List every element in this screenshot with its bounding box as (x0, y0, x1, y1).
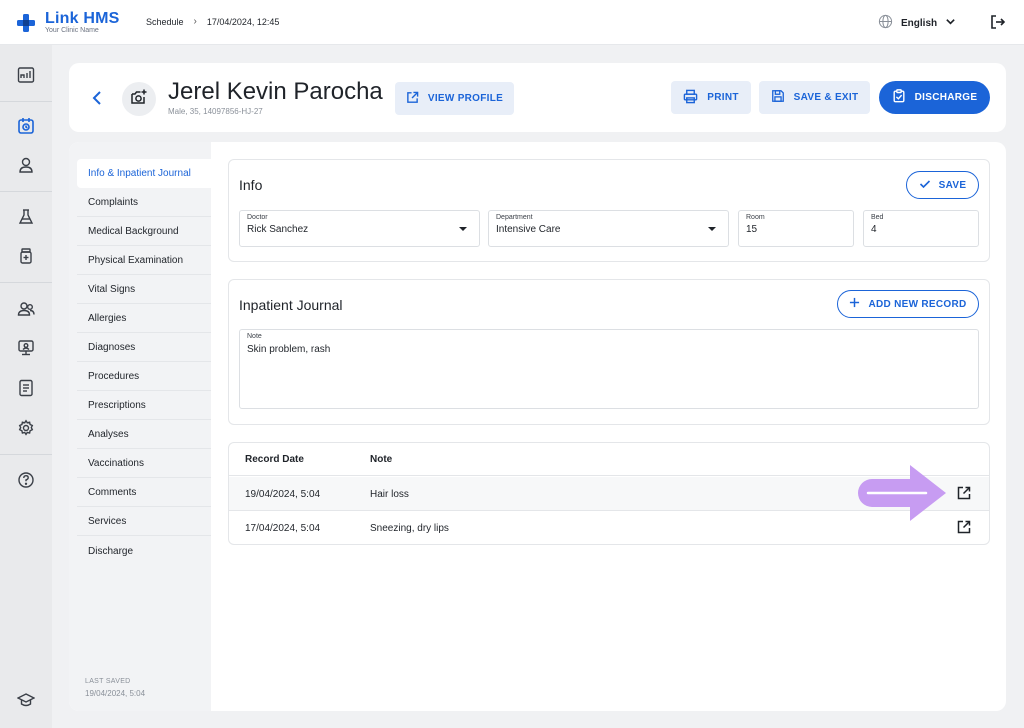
nav-item-physical-examination[interactable]: Physical Examination (77, 246, 211, 275)
plus-icon (849, 297, 860, 311)
lab-flask-icon[interactable] (16, 207, 36, 227)
bed-field[interactable]: Bed 4 (863, 210, 979, 247)
column-record-date: Record Date (245, 454, 304, 465)
info-save-button[interactable]: SAVE (906, 171, 979, 199)
row-date: 19/04/2024, 5:04 (245, 489, 321, 500)
app-logo[interactable]: Link HMS Your Clinic Name (16, 10, 120, 35)
save-exit-label: SAVE & EXIT (793, 92, 859, 103)
department-value: Intensive Care (496, 224, 561, 235)
dashboard-icon[interactable] (16, 65, 36, 85)
room-label: Room (746, 214, 765, 221)
chevron-down-icon (945, 16, 956, 30)
back-arrow-icon[interactable] (89, 89, 107, 107)
doctor-value: Rick Sanchez (247, 224, 309, 235)
note-value: Skin problem, rash (247, 344, 331, 355)
check-icon (919, 178, 931, 193)
hint-arrow (850, 462, 950, 524)
nav-item-vaccinations[interactable]: Vaccinations (77, 449, 211, 478)
nav-item-complaints[interactable]: Complaints (77, 188, 211, 217)
patient-meta: Male, 35, 14097856-HJ-27 (168, 107, 263, 116)
logout-icon[interactable] (990, 14, 1006, 35)
bed-value: 4 (871, 224, 877, 235)
note-label: Note (247, 333, 262, 340)
open-external-icon (406, 91, 419, 107)
save-exit-button[interactable]: SAVE & EXIT (759, 81, 870, 114)
room-value: 15 (746, 224, 758, 235)
logo-icon (16, 13, 36, 33)
monitor-icon[interactable] (16, 338, 36, 358)
view-profile-button[interactable]: VIEW PROFILE (395, 82, 514, 115)
row-date: 17/04/2024, 5:04 (245, 523, 321, 534)
avatar[interactable] (122, 82, 156, 116)
bed-label: Bed (871, 214, 884, 221)
info-save-label: SAVE (938, 179, 967, 191)
language-selector[interactable]: English (878, 14, 956, 32)
info-title: Info (239, 177, 263, 193)
app-subtitle: Your Clinic Name (45, 27, 99, 34)
room-field[interactable]: Room 15 (738, 210, 854, 247)
doctor-label: Doctor (247, 214, 268, 221)
open-record-icon[interactable] (957, 520, 971, 534)
breadcrumb: Schedule › 17/04/2024, 12:45 (146, 16, 279, 27)
nav-item-prescriptions[interactable]: Prescriptions (77, 391, 211, 420)
add-new-record-label: ADD NEW RECORD (868, 298, 967, 310)
breadcrumb-current: 17/04/2024, 12:45 (206, 16, 280, 27)
top-bar: Link HMS Your Clinic Name Schedule › 17/… (0, 0, 1024, 45)
report-icon[interactable] (16, 378, 36, 398)
breadcrumb-separator: › (193, 16, 197, 27)
icon-sidebar (0, 45, 52, 728)
help-icon[interactable] (16, 470, 36, 490)
nav-item-vital-signs[interactable]: Vital Signs (77, 275, 211, 304)
caret-down-icon (708, 227, 716, 231)
printer-icon (683, 89, 698, 107)
last-saved-value: 19/04/2024, 5:04 (85, 689, 146, 698)
nav-item-diagnoses[interactable]: Diagnoses (77, 333, 211, 362)
add-photo-icon (130, 88, 148, 111)
journal-title: Inpatient Journal (239, 297, 343, 313)
open-record-icon[interactable] (957, 486, 971, 500)
row-note: Hair loss (370, 489, 409, 500)
nav-item-services[interactable]: Services (77, 507, 211, 536)
language-label: English (901, 17, 938, 29)
nav-item-medical-background[interactable]: Medical Background (77, 217, 211, 246)
nav-item-allergies[interactable]: Allergies (77, 304, 211, 333)
nav-item-analyses[interactable]: Analyses (77, 420, 211, 449)
staff-icon[interactable] (16, 299, 36, 319)
caret-down-icon (459, 227, 467, 231)
department-label: Department (496, 214, 533, 221)
column-note: Note (370, 454, 393, 465)
globe-icon (878, 14, 893, 32)
breadcrumb-schedule[interactable]: Schedule (146, 17, 184, 27)
nav-item-procedures[interactable]: Procedures (77, 362, 211, 391)
patient-name: Jerel Kevin Parocha (168, 78, 383, 105)
nav-item-info-journal[interactable]: Info & Inpatient Journal (77, 159, 211, 188)
print-label: PRINT (707, 92, 739, 103)
last-saved-label: LAST SAVED (85, 678, 131, 685)
nav-item-comments[interactable]: Comments (77, 478, 211, 507)
pharmacy-icon[interactable] (16, 246, 36, 266)
settings-gear-icon[interactable] (16, 418, 36, 438)
schedule-icon[interactable] (16, 116, 36, 136)
education-cap-icon[interactable] (16, 690, 36, 710)
view-profile-label: VIEW PROFILE (427, 93, 504, 104)
nav-item-discharge[interactable]: Discharge (77, 537, 211, 566)
print-button[interactable]: PRINT (671, 81, 751, 114)
discharge-button[interactable]: DISCHARGE (879, 81, 990, 114)
save-disk-icon (771, 89, 785, 106)
patient-icon[interactable] (16, 155, 36, 175)
row-note: Sneezing, dry lips (370, 523, 449, 534)
doctor-select[interactable]: Doctor Rick Sanchez (239, 210, 480, 247)
department-select[interactable]: Department Intensive Care (488, 210, 729, 247)
note-textarea[interactable]: Note Skin problem, rash (239, 329, 979, 409)
discharge-label: DISCHARGE (914, 92, 978, 103)
app-name: Link HMS (45, 10, 120, 27)
add-new-record-button[interactable]: ADD NEW RECORD (837, 290, 979, 318)
clipboard-check-icon (892, 89, 906, 106)
